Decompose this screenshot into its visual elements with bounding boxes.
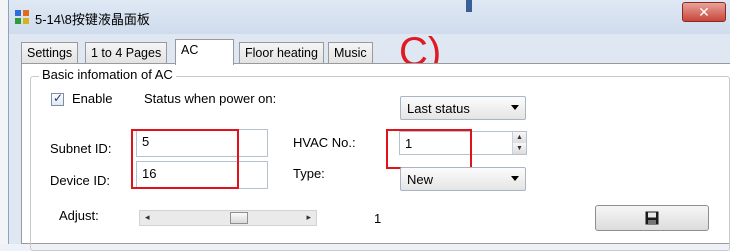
window-title: 5-14\8按键液晶面板 [35,12,150,27]
highlight-box-hvac [386,129,472,169]
chevron-down-icon [511,176,519,181]
app-window: 5-14\8按键液晶面板 ✕ Settings 1 to 4 Pages AC … [8,0,730,251]
subnet-id-label: Subnet ID: [50,141,112,156]
spin-down-icon[interactable]: ▼ [513,143,526,154]
save-icon [645,211,659,225]
slider-right-icon[interactable]: ▸ [306,212,311,223]
group-title: Basic infomation of AC [39,67,176,82]
spin-up-icon[interactable]: ▲ [513,132,526,143]
tab-ac[interactable]: AC [175,39,234,65]
tab-floor-heating[interactable]: Floor heating [239,42,324,64]
adjust-value: 1 [374,211,382,226]
type-label: Type: [293,166,325,181]
tab-pages[interactable]: 1 to 4 Pages [85,42,168,64]
adjust-label: Adjust: [59,208,99,223]
tab-music[interactable]: Music [328,42,373,64]
device-id-label: Device ID: [50,173,110,188]
close-icon: ✕ [698,4,710,20]
ac-tab-panel: Basic infomation of AC ✓ Enable Status w… [21,63,730,251]
stepper-buttons: ▲ ▼ [512,132,526,154]
enable-label: Enable [72,91,113,106]
chevron-down-icon [511,105,519,110]
adjust-slider[interactable]: ◂ ▸ [139,210,317,226]
enable-checkbox[interactable]: ✓ [51,91,64,106]
tab-settings[interactable]: Settings [21,42,79,64]
save-button[interactable] [595,205,709,231]
slider-left-icon[interactable]: ◂ [145,212,150,223]
highlight-box-ids [131,129,239,189]
basic-info-group: Basic infomation of AC ✓ Enable Status w… [30,67,730,251]
slider-thumb[interactable] [230,212,248,224]
app-icon [15,10,29,24]
close-button[interactable]: ✕ [682,2,726,22]
check-icon: ✓ [53,91,64,105]
hvac-no-label: HVAC No.: [293,135,356,150]
title-bar: 5-14\8按键液晶面板 ✕ [9,0,730,34]
status-power-on-label: Status when power on: [144,91,277,106]
title-bar-marker [466,0,472,12]
status-power-on-select[interactable]: Last status [400,96,526,120]
type-select[interactable]: New [400,167,526,191]
